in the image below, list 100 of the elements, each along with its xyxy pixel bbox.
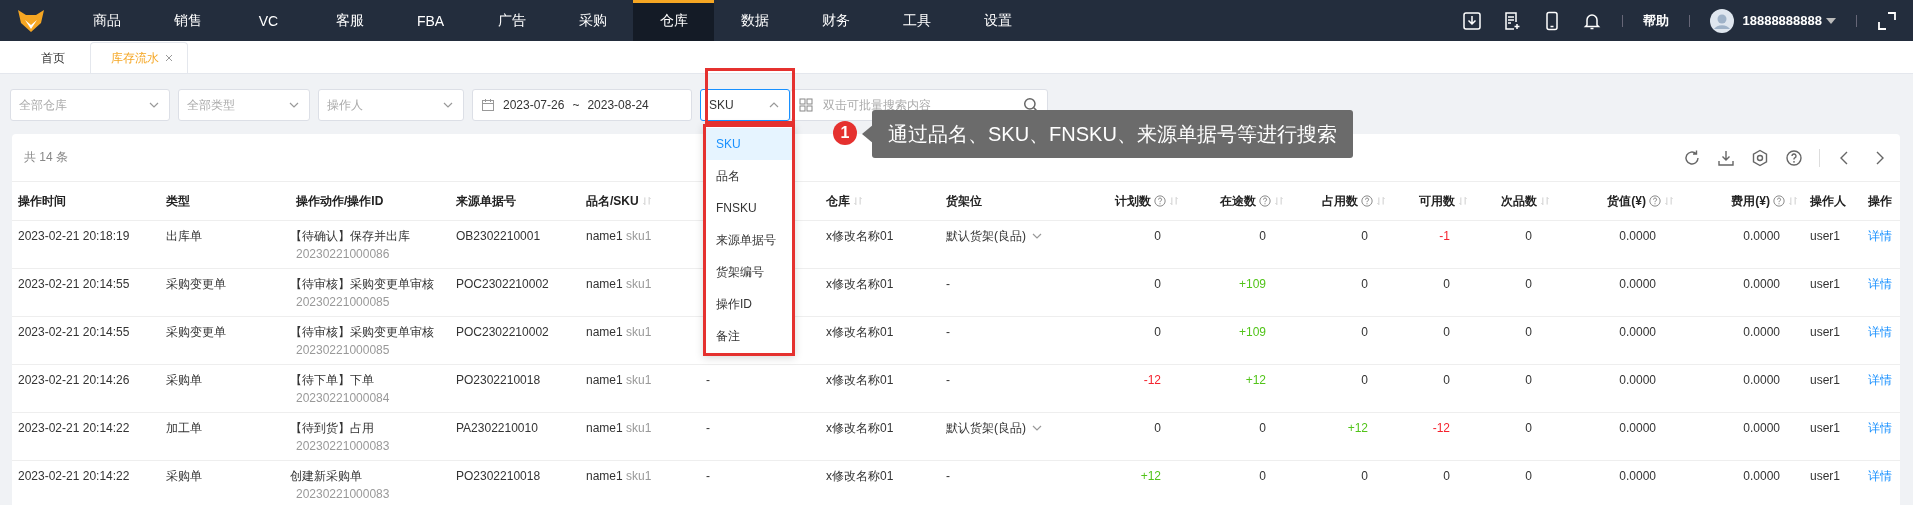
step-badge: 1 [833,121,857,145]
column-header: 仓库 [826,192,850,210]
nav-item[interactable]: 商品 [66,0,147,41]
table-cell: 采购单 [166,373,202,387]
fullscreen-icon[interactable] [1877,10,1897,31]
table-cell: 2023-02-21 20:14:55 [18,325,130,339]
table-cell: 0.0000 [1743,277,1780,291]
table-cell: 0 [1154,229,1161,243]
table-cell: -1 [1439,229,1450,243]
help-icon [1649,195,1661,207]
calendar-icon [481,98,495,112]
column-header: 操作动作/操作ID [296,192,384,210]
nav-item[interactable]: 客服 [309,0,390,41]
table-cell: x修改名称01 [826,373,894,387]
table-cell: 0.0000 [1743,421,1780,435]
table-cell: 0 [1154,421,1161,435]
table-cell: 0 [1154,277,1161,291]
operation-id: 20230221000083 [295,438,391,455]
table-cell: name1 [586,373,623,387]
table-cell: 0.0000 [1743,229,1780,243]
nav-item[interactable]: FBA [390,0,471,41]
help-link[interactable]: 帮助 [1643,11,1670,30]
operation-id: 20230221000084 [295,390,391,407]
fox-logo-icon[interactable] [16,7,46,34]
menu-item[interactable]: 货架编号 [706,256,792,288]
table-cell: 2023-02-21 20:14:26 [18,373,130,387]
table-cell: PA2302210010 [456,421,538,435]
column-header: 操作时间 [18,192,66,210]
table-cell: 加工单 [166,421,202,435]
table-cell: 0 [1361,229,1368,243]
table-cell: user1 [1810,229,1841,243]
table-cell-text: 默认货架(良品) [946,228,1026,245]
table-cell: name1 [586,229,623,243]
table-cell: 0 [1361,325,1368,339]
operation-id: 20230221000083 [295,486,391,503]
caret-icon[interactable] [1826,16,1836,25]
column-header: 类型 [166,192,190,210]
table-cell: 【待到货】占用 [290,421,374,435]
settings-icon[interactable] [1751,148,1769,167]
nav-item[interactable]: 销售 [147,0,228,41]
nav-item[interactable]: 财务 [795,0,876,41]
sku-text: sku1 [626,229,652,243]
table-cell: OB2302210001 [456,229,541,243]
menu-item[interactable]: 来源单据号 [706,224,792,256]
table-cell: 2023-02-21 20:14:55 [18,277,130,291]
refresh-icon[interactable] [1683,148,1701,167]
nav-item[interactable]: VC [228,0,309,41]
table-cell: 0 [1259,469,1266,483]
nav-item[interactable]: 数据 [714,0,795,41]
table-cell: - [706,421,710,435]
nav-item[interactable]: 仓库 [633,0,714,41]
menu-item[interactable]: FNSKU [706,192,792,224]
user-name[interactable]: 18888888888 [1742,13,1822,28]
table-cell: +109 [1238,277,1266,291]
sku-text: sku1 [626,373,652,387]
help-icon[interactable] [1785,148,1803,167]
table-cell: 采购变更单 [166,277,226,291]
menu-item[interactable]: 品名 [706,160,792,192]
table-cell: 【待审核】采购变更单审核 [290,325,434,339]
help-icon [1154,195,1166,207]
column-header: 货值(¥) [1607,192,1646,210]
table-cell-text: 默认货架(良品) [946,420,1026,437]
table-cell: 【待下单】下单 [290,373,374,387]
table-cell: x修改名称01 [826,469,894,483]
search-icon[interactable] [1023,97,1039,113]
nav-item[interactable]: 广告 [471,0,552,41]
nav-item[interactable]: 设置 [957,0,1038,41]
table-cell: -12 [1143,373,1161,387]
table-cell: 2023-02-21 20:18:19 [18,229,130,243]
table-cell: - [706,469,710,483]
date-range-field[interactable]: 2023-07-26 ~ 2023-08-24 [472,89,692,121]
table-cell: x修改名称01 [826,229,894,243]
column-header: 来源单据号 [456,192,516,210]
table-cell: +109 [1238,325,1266,339]
table-cell: user1 [1810,325,1841,339]
table-cell-text: - [946,468,950,485]
table-cell: 0 [1525,421,1532,435]
nav-item[interactable]: 工具 [876,0,957,41]
menu-item[interactable]: 备注 [706,320,792,352]
table-cell: 创建新采购单 [290,469,362,483]
menu-item[interactable]: 操作ID [706,288,792,320]
table-cell: +12 [1140,469,1161,483]
table-cell: 0 [1525,277,1532,291]
table-cell: 0 [1525,373,1532,387]
search-field[interactable]: 双击可批量搜索内容 [821,97,1015,113]
table-cell: 0 [1443,469,1450,483]
document-add-icon[interactable] [1502,10,1523,31]
table-cell: 0 [1259,421,1266,435]
close-icon[interactable] [165,54,173,62]
avatar-icon[interactable] [1710,8,1735,33]
search-field-select[interactable]: SKU [700,89,790,121]
table-cell-text: - [946,276,950,293]
table-cell: 采购单 [166,469,202,483]
table-cell: 0.0000 [1619,373,1656,387]
nav-item[interactable]: 采购 [552,0,633,41]
column-header: 计划数 [1115,192,1151,210]
table-cell: 2023-02-21 20:14:22 [18,421,130,435]
sku-text: sku1 [626,325,652,339]
column-header: 品名/SKU [586,192,639,210]
table-cell: name1 [586,421,623,435]
